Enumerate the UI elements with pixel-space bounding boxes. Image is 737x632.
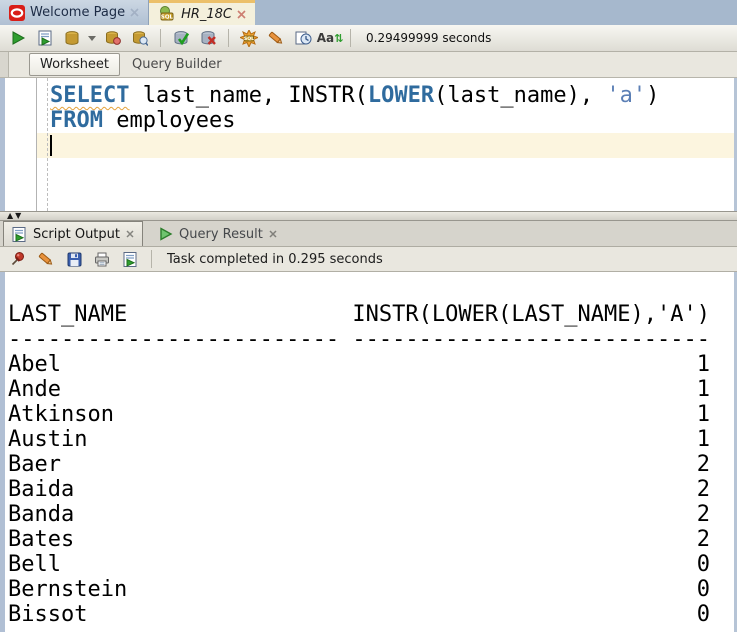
tab-query-builder[interactable]: Query Builder — [132, 57, 222, 72]
tab-worksheet[interactable]: Worksheet — [29, 53, 120, 76]
collapse-up-icon[interactable]: ▲ — [7, 212, 13, 220]
close-icon[interactable] — [130, 8, 139, 17]
close-icon[interactable] — [269, 230, 277, 238]
svg-text:SQL: SQL — [161, 15, 174, 21]
toolbar-separator — [228, 29, 229, 47]
tab-label: Welcome Page — [30, 5, 125, 20]
task-status: Task completed in 0.295 seconds — [167, 252, 383, 267]
run-statement-icon[interactable] — [7, 28, 29, 48]
autotrace-icon[interactable] — [61, 28, 83, 48]
worksheet-toolbar: SQL Aa⇅ 0.29499999 seconds — [0, 25, 737, 52]
editor-gutter — [5, 78, 37, 211]
change-case-icon[interactable]: Aa⇅ — [319, 28, 341, 48]
sql-history-icon[interactable] — [292, 28, 314, 48]
commit-icon[interactable] — [170, 28, 192, 48]
tab-script-output[interactable]: Script Output — [3, 221, 143, 246]
autotrace-dropdown-caret[interactable] — [88, 28, 97, 48]
text-cursor — [50, 135, 52, 156]
clear-icon[interactable] — [265, 28, 287, 48]
unshared-worksheet-icon[interactable]: SQL — [238, 28, 260, 48]
sql-editor[interactable]: SELECT last_name, INSTR(LOWER(last_name)… — [45, 83, 659, 158]
run-script-output-icon[interactable] — [119, 249, 141, 269]
clear-output-icon[interactable] — [35, 249, 57, 269]
toolbar-separator — [160, 29, 161, 47]
script-output-icon — [12, 227, 27, 242]
tab-hr-18c[interactable]: SQL HR_18C — [149, 0, 255, 25]
save-icon[interactable] — [63, 249, 85, 269]
run-script-icon[interactable] — [34, 28, 56, 48]
pin-icon[interactable] — [7, 249, 29, 269]
document-tab-bar: Welcome Page SQL HR_18C — [0, 0, 737, 25]
collapse-down-icon[interactable]: ▼ — [15, 212, 21, 220]
elapsed-time: 0.29499999 seconds — [366, 31, 491, 45]
svg-text:SQL: SQL — [244, 36, 254, 42]
tab-label: HR_18C — [181, 7, 232, 22]
tab-label: Script Output — [33, 227, 120, 242]
panel-grip — [0, 52, 9, 77]
explain-plan-icon[interactable] — [102, 28, 124, 48]
script-output-toolbar: Task completed in 0.295 seconds — [0, 247, 737, 272]
tab-welcome-page[interactable]: Welcome Page — [0, 0, 149, 25]
toolbar-separator — [350, 29, 351, 47]
close-icon[interactable] — [126, 230, 134, 238]
tab-label: Query Result — [179, 227, 263, 242]
sql-tuning-icon[interactable] — [129, 28, 151, 48]
tab-query-result[interactable]: Query Result — [151, 222, 285, 246]
script-output-panel: LAST_NAME INSTR(LOWER(LAST_NAME),'A') --… — [0, 272, 737, 632]
query-result-icon — [159, 227, 173, 241]
print-icon[interactable] — [91, 249, 113, 269]
toolbar-separator — [151, 250, 152, 268]
case-arrows-icon: ⇅ — [334, 32, 343, 45]
panel-splitter[interactable]: ▲ ▼ — [0, 211, 737, 221]
output-left-border — [0, 272, 5, 632]
close-icon[interactable] — [237, 10, 246, 19]
script-output-text: LAST_NAME INSTR(LOWER(LAST_NAME),'A') --… — [8, 302, 710, 627]
oracle-logo-icon — [9, 5, 25, 21]
sql-editor-panel: SELECT last_name, INSTR(LOWER(last_name)… — [0, 78, 737, 211]
view-tab-bar: Worksheet Query Builder — [0, 52, 737, 78]
output-tab-bar: Script Output Query Result — [0, 221, 737, 247]
sql-worksheet-icon: SQL — [158, 6, 176, 22]
rollback-icon[interactable] — [197, 28, 219, 48]
